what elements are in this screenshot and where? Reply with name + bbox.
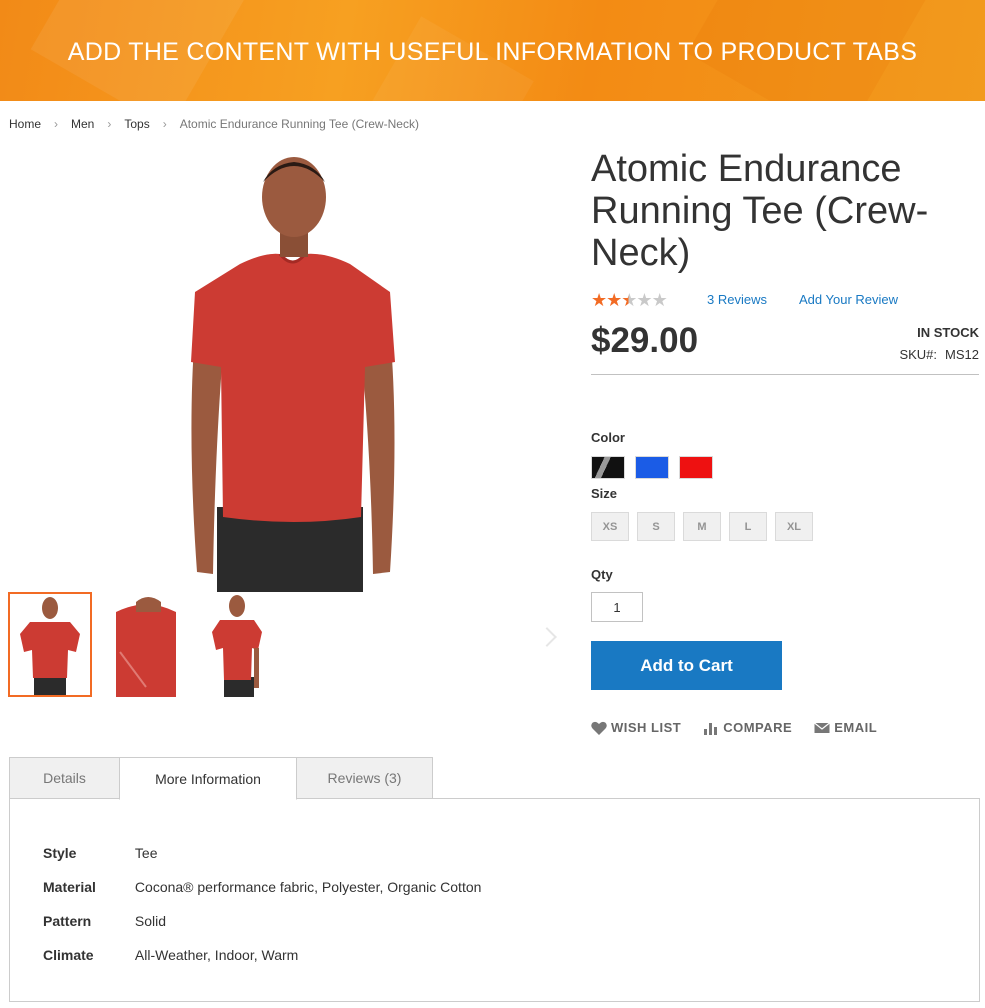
- size-label: Size: [591, 486, 618, 501]
- product-actions: WISH LIST COMPARE EMAIL: [591, 720, 877, 735]
- attribute-value: Tee: [134, 845, 158, 861]
- table-row: Climate All-Weather, Indoor, Warm: [43, 938, 481, 972]
- breadcrumb-tops[interactable]: Tops: [124, 117, 149, 131]
- sku-value: MS12: [945, 347, 979, 362]
- swatch-blue[interactable]: [635, 456, 669, 479]
- breadcrumb-separator-icon: ›: [107, 117, 112, 131]
- attribute-label: Material: [43, 879, 96, 895]
- size-xl[interactable]: XL: [775, 512, 813, 541]
- thumbnail-front[interactable]: [8, 592, 92, 697]
- size-xs[interactable]: XS: [591, 512, 629, 541]
- size-s[interactable]: S: [637, 512, 675, 541]
- sku-label: SKU#:: [899, 347, 938, 362]
- product-title: Atomic Endurance Running Tee (Crew-Neck): [591, 148, 929, 274]
- gallery-next-arrow-icon[interactable]: [537, 627, 557, 647]
- swatch-black[interactable]: [591, 456, 625, 479]
- attribute-label: Climate: [43, 947, 94, 963]
- additional-attributes-table: Style Tee Material Cocona® performance f…: [43, 836, 481, 972]
- divider: [591, 374, 979, 375]
- compare-icon: [704, 722, 718, 735]
- thumbnail-strip: [8, 592, 288, 697]
- table-row: Pattern Solid: [43, 904, 481, 938]
- table-row: Style Tee: [43, 836, 481, 870]
- breadcrumb-men[interactable]: Men: [71, 117, 94, 131]
- sku: SKU#: MS12: [899, 347, 979, 362]
- breadcrumb: Home › Men › Tops › Atomic Endurance Run…: [9, 117, 419, 131]
- color-swatches: [591, 456, 713, 479]
- thumbnail-side[interactable]: [106, 592, 190, 697]
- tab-reviews[interactable]: Reviews (3): [296, 757, 433, 799]
- tab-details[interactable]: Details: [9, 757, 120, 799]
- add-review-link[interactable]: Add Your Review: [799, 292, 898, 307]
- email-label: EMAIL: [834, 720, 878, 735]
- size-options: XS S M L XL: [591, 512, 813, 541]
- breadcrumb-current: Atomic Endurance Running Tee (Crew-Neck): [179, 117, 419, 131]
- tab-more-information[interactable]: More Information: [119, 757, 297, 800]
- stock-status: IN STOCK: [917, 325, 979, 340]
- qty-label: Qty: [591, 567, 613, 582]
- envelope-icon: [814, 722, 831, 733]
- compare-link[interactable]: COMPARE: [703, 720, 792, 735]
- attribute-label: Style: [43, 845, 77, 861]
- thumbnail-front-image: [20, 597, 80, 695]
- color-label: Color: [591, 430, 625, 445]
- banner-title: ADD THE CONTENT WITH USEFUL INFORMATION …: [67, 38, 918, 66]
- product-main-image[interactable]: [185, 152, 400, 592]
- add-to-cart-button[interactable]: Add to Cart: [591, 641, 782, 690]
- size-l[interactable]: L: [729, 512, 767, 541]
- attribute-value: All-Weather, Indoor, Warm: [134, 947, 299, 963]
- product-price: $29.00: [591, 321, 699, 360]
- heart-icon: [591, 721, 607, 735]
- swatch-red[interactable]: [679, 456, 713, 479]
- reviews-link[interactable]: 3 Reviews: [707, 292, 767, 307]
- more-information-panel: Style Tee Material Cocona® performance f…: [9, 798, 980, 1002]
- breadcrumb-home[interactable]: Home: [9, 117, 41, 131]
- attribute-label: Pattern: [43, 913, 92, 929]
- email-link[interactable]: EMAIL: [814, 720, 877, 735]
- product-photo-illustration: [191, 157, 395, 592]
- rating-stars: ★★★★★: [591, 290, 668, 311]
- promo-banner: ADD THE CONTENT WITH USEFUL INFORMATION …: [0, 0, 985, 101]
- attribute-value: Cocona® performance fabric, Polyester, O…: [134, 879, 482, 895]
- thumbnail-side-image: [116, 597, 176, 697]
- wishlist-label: WISH LIST: [611, 720, 682, 735]
- compare-label: COMPARE: [723, 720, 793, 735]
- attribute-value: Solid: [134, 913, 167, 929]
- thumbnail-back-image: [212, 595, 262, 697]
- breadcrumb-separator-icon: ›: [162, 117, 167, 131]
- wishlist-link[interactable]: WISH LIST: [591, 720, 681, 735]
- size-m[interactable]: M: [683, 512, 721, 541]
- thumbnail-back[interactable]: [204, 592, 288, 697]
- table-row: Material Cocona® performance fabric, Pol…: [43, 870, 481, 904]
- breadcrumb-separator-icon: ›: [54, 117, 59, 131]
- product-tabs: Details More Information Reviews (3): [9, 757, 433, 800]
- star-rating-icon: ★★★★★: [591, 290, 668, 310]
- qty-input[interactable]: [591, 592, 643, 622]
